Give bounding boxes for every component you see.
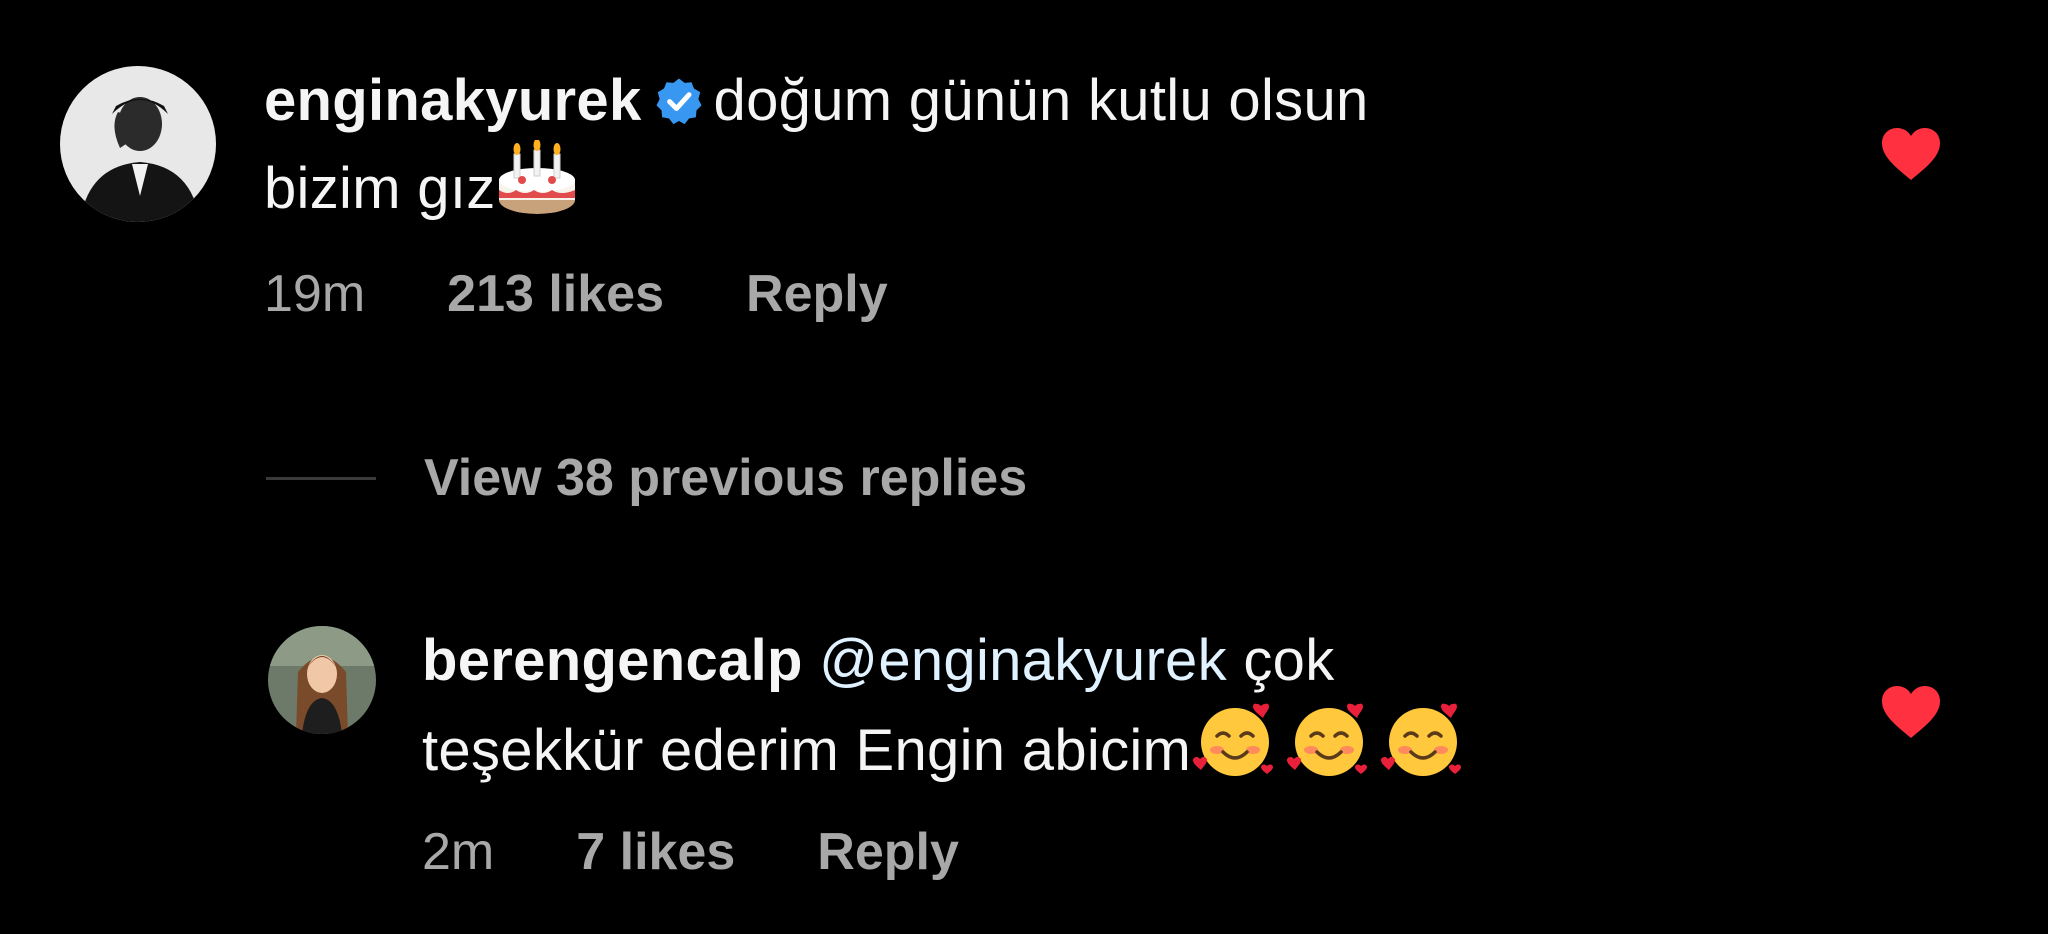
comment-meta: 19m 213 likes Reply <box>264 264 970 324</box>
comment-body-line2: bizim gız <box>264 156 496 221</box>
timestamp: 19m <box>264 265 366 323</box>
view-previous-replies[interactable]: View 38 previous replies <box>266 448 1027 508</box>
reply-meta: 2m 7 likes Reply <box>422 822 1041 882</box>
reply-button[interactable]: Reply <box>817 823 959 881</box>
smiling-face-with-hearts-icon <box>1193 703 1274 776</box>
avatar-photo <box>268 626 376 734</box>
avatar-photo <box>60 66 216 222</box>
timestamp: 2m <box>422 823 495 881</box>
reply-body-line2: teşekkür ederim Engin abicim <box>422 718 1192 783</box>
comment-body-line1: doğum günün kutlu olsun <box>713 68 1369 133</box>
reply-text: berengencalp @enginakyurek çok teşekkür … <box>422 622 1822 790</box>
verified-badge-icon <box>656 78 702 125</box>
username[interactable]: enginakyurek <box>264 68 642 133</box>
comment-enginakyurek: enginakyurek doğum günün kutlu olsun biz… <box>0 0 2048 330</box>
likes-count[interactable]: 213 likes <box>447 265 664 323</box>
reply-body-line1: çok <box>1243 628 1335 693</box>
replies-divider-line <box>266 476 376 480</box>
reply-button[interactable]: Reply <box>746 265 888 323</box>
smiling-face-with-hearts-icon <box>1287 703 1368 776</box>
likes-count[interactable]: 7 likes <box>576 823 735 881</box>
avatar[interactable] <box>268 626 376 734</box>
username[interactable]: berengencalp <box>422 628 803 693</box>
smiling-face-with-hearts-icon <box>1381 703 1462 776</box>
view-replies-label[interactable]: View 38 previous replies <box>424 448 1027 508</box>
heart-icon[interactable] <box>1880 684 1942 740</box>
heart-icon[interactable] <box>1880 126 1942 182</box>
birthday-cake-icon <box>498 140 575 214</box>
comment-berengencalp: berengencalp @enginakyurek çok teşekkür … <box>0 600 2048 934</box>
comment-text: enginakyurek doğum günün kutlu olsun biz… <box>264 62 1764 228</box>
avatar[interactable] <box>60 66 216 222</box>
mention-link[interactable]: @enginakyurek <box>819 628 1227 693</box>
